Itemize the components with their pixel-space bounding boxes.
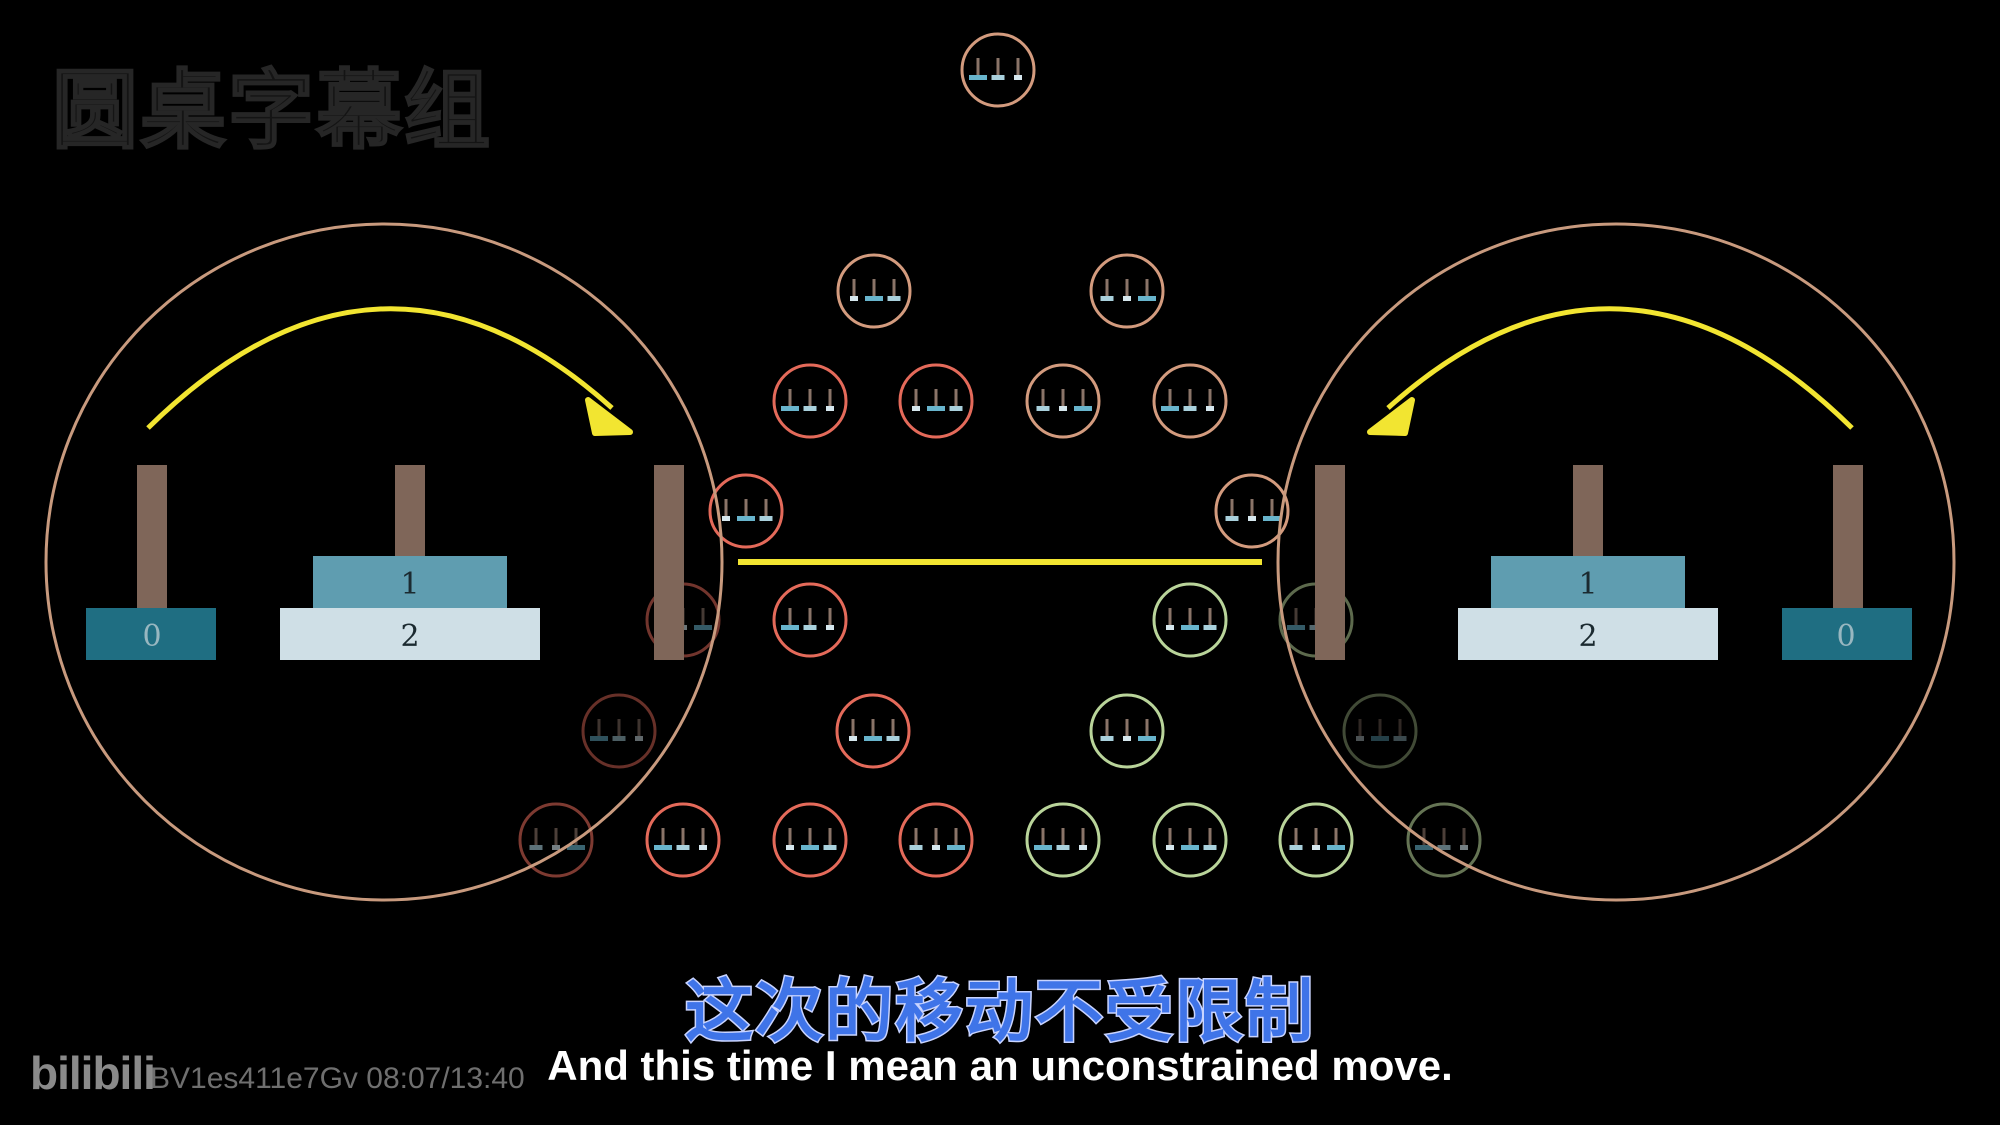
right-disk-0-label: 0 xyxy=(1836,619,1855,654)
graph-node xyxy=(1342,693,1418,769)
left-move-arrow xyxy=(146,306,614,430)
graph-node xyxy=(772,802,848,878)
graph-node xyxy=(1025,363,1101,439)
graph-node xyxy=(772,363,848,439)
graph-node xyxy=(581,693,657,769)
left-state-zoom: 0 1 2 xyxy=(44,222,724,902)
left-disk-2-label: 2 xyxy=(400,619,419,654)
graph-node xyxy=(898,363,974,439)
right-disk-2-label: 2 xyxy=(1578,619,1597,654)
graph-node xyxy=(1089,253,1165,329)
right-peg-a xyxy=(1315,465,1345,660)
graph-node xyxy=(1152,802,1228,878)
graph-node xyxy=(960,32,1036,108)
fansub-watermark: 圆桌字幕组 xyxy=(51,60,492,162)
graph-node xyxy=(1214,473,1290,549)
graph-node xyxy=(1152,363,1228,439)
graph-node xyxy=(836,253,912,329)
graph-node xyxy=(645,802,721,878)
graph-node xyxy=(1025,802,1101,878)
subtitle-chinese: 这次的移动不受限制 xyxy=(683,972,1315,1054)
left-disk-0-label: 0 xyxy=(142,619,161,654)
graph-node xyxy=(1278,802,1354,878)
graph-node xyxy=(1152,582,1228,658)
left-disk-1-label: 1 xyxy=(400,567,419,602)
graph-node xyxy=(1089,693,1165,769)
right-move-arrow xyxy=(1386,306,1854,430)
right-state-zoom: 1 2 0 xyxy=(1276,222,1956,902)
right-disk-1-label: 1 xyxy=(1578,567,1597,602)
graph-node xyxy=(772,582,848,658)
subtitle-english: And this time I mean an unconstrained mo… xyxy=(547,1042,1453,1089)
graph-node xyxy=(835,693,911,769)
graph-node xyxy=(898,802,974,878)
left-peg-c xyxy=(654,465,684,660)
